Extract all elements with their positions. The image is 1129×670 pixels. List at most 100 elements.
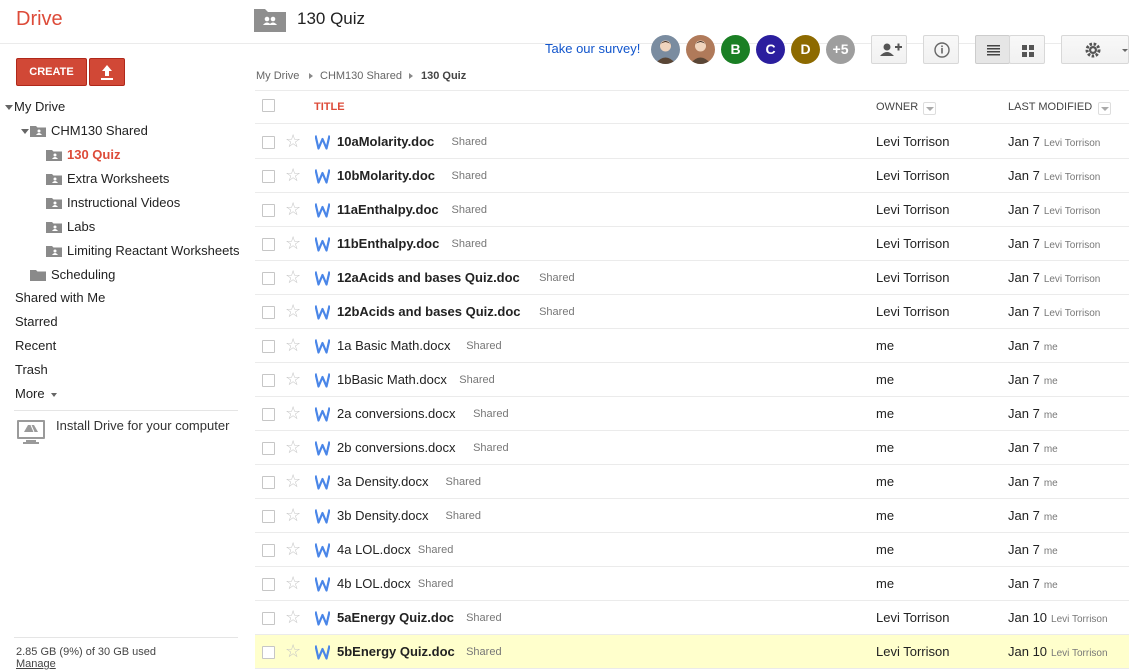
- file-row[interactable]: ☆ 12bAcids and bases Quiz.doc Shared Levi T…: [255, 295, 1129, 329]
- computer-drive-icon[interactable]: [16, 419, 46, 445]
- star-icon[interactable]: ☆: [285, 335, 301, 355]
- file-name[interactable]: 1a Basic Math.docx: [337, 338, 450, 353]
- modified-sort-icon[interactable]: [1098, 102, 1111, 115]
- upload-button[interactable]: [89, 58, 125, 86]
- grid-view-button[interactable]: [1009, 35, 1045, 64]
- nav-starred[interactable]: Starred: [15, 311, 58, 333]
- file-row[interactable]: ☆ 5aEnergy Quiz.doc Shared Levi Torrison Jan…: [255, 601, 1129, 635]
- row-checkbox[interactable]: [262, 136, 275, 149]
- nav-scheduling[interactable]: Scheduling: [51, 264, 115, 286]
- nav-labs[interactable]: Labs: [67, 216, 95, 238]
- nav-chm130-shared[interactable]: CHM130 Shared: [51, 120, 148, 142]
- star-icon[interactable]: ☆: [285, 505, 301, 525]
- star-icon[interactable]: ☆: [285, 471, 301, 491]
- row-checkbox[interactable]: [262, 408, 275, 421]
- column-owner[interactable]: OWNER: [876, 101, 918, 113]
- manage-storage-link[interactable]: Manage: [16, 658, 56, 670]
- star-icon[interactable]: ☆: [285, 437, 301, 457]
- file-name[interactable]: 4a LOL.docx: [337, 542, 411, 557]
- row-checkbox[interactable]: [262, 340, 275, 353]
- collaborator-avatar[interactable]: D: [791, 35, 820, 64]
- file-name[interactable]: 11aEnthalpy.doc: [337, 202, 439, 217]
- file-name[interactable]: 12bAcids and bases Quiz.doc: [337, 304, 521, 319]
- file-name[interactable]: 5aEnergy Quiz.doc: [337, 610, 454, 625]
- file-name[interactable]: 10aMolarity.doc: [337, 134, 434, 149]
- row-checkbox[interactable]: [262, 612, 275, 625]
- row-checkbox[interactable]: [262, 238, 275, 251]
- create-button[interactable]: CREATE: [16, 58, 87, 86]
- details-button[interactable]: [923, 35, 959, 64]
- row-checkbox[interactable]: [262, 306, 275, 319]
- star-icon[interactable]: ☆: [285, 539, 301, 559]
- star-icon[interactable]: ☆: [285, 233, 301, 253]
- nav-recent[interactable]: Recent: [15, 335, 56, 357]
- file-row[interactable]: ☆ 2b conversions.docx Shared me Jan 7 me: [255, 431, 1129, 465]
- collaborator-avatar[interactable]: +5: [826, 35, 855, 64]
- share-button[interactable]: [871, 35, 907, 64]
- list-view-button[interactable]: [975, 35, 1010, 64]
- file-name[interactable]: 3a Density.docx: [337, 474, 429, 489]
- nav-limiting-reactant[interactable]: Limiting Reactant Worksheets: [67, 240, 239, 262]
- star-icon[interactable]: ☆: [285, 267, 301, 287]
- row-checkbox[interactable]: [262, 170, 275, 183]
- file-name[interactable]: 2b conversions.docx: [337, 440, 456, 455]
- star-icon[interactable]: ☆: [285, 165, 301, 185]
- file-name[interactable]: 4b LOL.docx: [337, 576, 411, 591]
- row-checkbox[interactable]: [262, 272, 275, 285]
- file-name[interactable]: 11bEnthalpy.doc: [337, 236, 439, 251]
- file-row[interactable]: ☆ 2a conversions.docx Shared me Jan 7 me: [255, 397, 1129, 431]
- star-icon[interactable]: ☆: [285, 573, 301, 593]
- breadcrumb-my-drive[interactable]: My Drive: [256, 70, 299, 82]
- file-row[interactable]: ☆ 4a LOL.docx Shared me Jan 7 me: [255, 533, 1129, 567]
- file-name[interactable]: 10bMolarity.doc: [337, 168, 435, 183]
- file-name[interactable]: 3b Density.docx: [337, 508, 429, 523]
- drive-logo[interactable]: Drive: [16, 8, 63, 31]
- nav-shared-with-me[interactable]: Shared with Me: [15, 287, 105, 309]
- expand-arrow-icon[interactable]: [5, 105, 13, 110]
- nav-more[interactable]: More: [15, 383, 58, 405]
- file-row[interactable]: ☆ 12aAcids and bases Quiz.doc Shared Levi T…: [255, 261, 1129, 295]
- install-drive-link[interactable]: Install Drive for your computer: [56, 418, 229, 433]
- row-checkbox[interactable]: [262, 578, 275, 591]
- nav-extra-worksheets[interactable]: Extra Worksheets: [67, 168, 169, 190]
- star-icon[interactable]: ☆: [285, 403, 301, 423]
- file-row[interactable]: ☆ 11bEnthalpy.doc Shared Levi Torrison Jan 7…: [255, 227, 1129, 261]
- collaborator-avatar[interactable]: B: [721, 35, 750, 64]
- select-all-checkbox[interactable]: [262, 99, 275, 112]
- star-icon[interactable]: ☆: [285, 369, 301, 389]
- nav-trash[interactable]: Trash: [15, 359, 48, 381]
- file-row[interactable]: ☆ 1a Basic Math.docx Shared me Jan 7 me: [255, 329, 1129, 363]
- owner-sort-icon[interactable]: [923, 102, 936, 115]
- row-checkbox[interactable]: [262, 204, 275, 217]
- star-icon[interactable]: ☆: [285, 199, 301, 219]
- file-name[interactable]: 12aAcids and bases Quiz.doc: [337, 270, 520, 285]
- row-checkbox[interactable]: [262, 442, 275, 455]
- survey-link[interactable]: Take our survey!: [545, 41, 640, 56]
- row-checkbox[interactable]: [262, 646, 275, 659]
- star-icon[interactable]: ☆: [285, 301, 301, 321]
- row-checkbox[interactable]: [262, 510, 275, 523]
- column-last-modified[interactable]: LAST MODIFIED: [1008, 101, 1092, 113]
- nav-my-drive[interactable]: My Drive: [14, 96, 65, 118]
- star-icon[interactable]: ☆: [285, 607, 301, 627]
- file-row[interactable]: ☆ 3b Density.docx Shared me Jan 7 me: [255, 499, 1129, 533]
- row-checkbox[interactable]: [262, 374, 275, 387]
- file-row[interactable]: ☆ 11aEnthalpy.doc Shared Levi Torrison Jan 7…: [255, 193, 1129, 227]
- collaborator-photo-avatar[interactable]: [651, 35, 680, 64]
- file-row[interactable]: ☆ 5bEnergy Quiz.doc Shared Levi Torrison Jan…: [255, 635, 1129, 669]
- file-name[interactable]: 5bEnergy Quiz.doc: [337, 644, 455, 659]
- expand-arrow-icon[interactable]: [21, 129, 29, 134]
- nav-instructional-videos[interactable]: Instructional Videos: [67, 192, 180, 214]
- star-icon[interactable]: ☆: [285, 131, 301, 151]
- collaborator-avatar[interactable]: C: [756, 35, 785, 64]
- file-row[interactable]: ☆ 3a Density.docx Shared me Jan 7 me: [255, 465, 1129, 499]
- column-title[interactable]: TITLE: [314, 101, 345, 113]
- nav-130-quiz[interactable]: 130 Quiz: [67, 144, 120, 166]
- collaborator-photo-avatar[interactable]: [686, 35, 715, 64]
- file-name[interactable]: 2a conversions.docx: [337, 406, 456, 421]
- file-row[interactable]: ☆ 4b LOL.docx Shared me Jan 7 me: [255, 567, 1129, 601]
- star-icon[interactable]: ☆: [285, 641, 301, 661]
- file-name[interactable]: 1bBasic Math.docx: [337, 372, 447, 387]
- settings-button[interactable]: [1061, 35, 1129, 64]
- row-checkbox[interactable]: [262, 544, 275, 557]
